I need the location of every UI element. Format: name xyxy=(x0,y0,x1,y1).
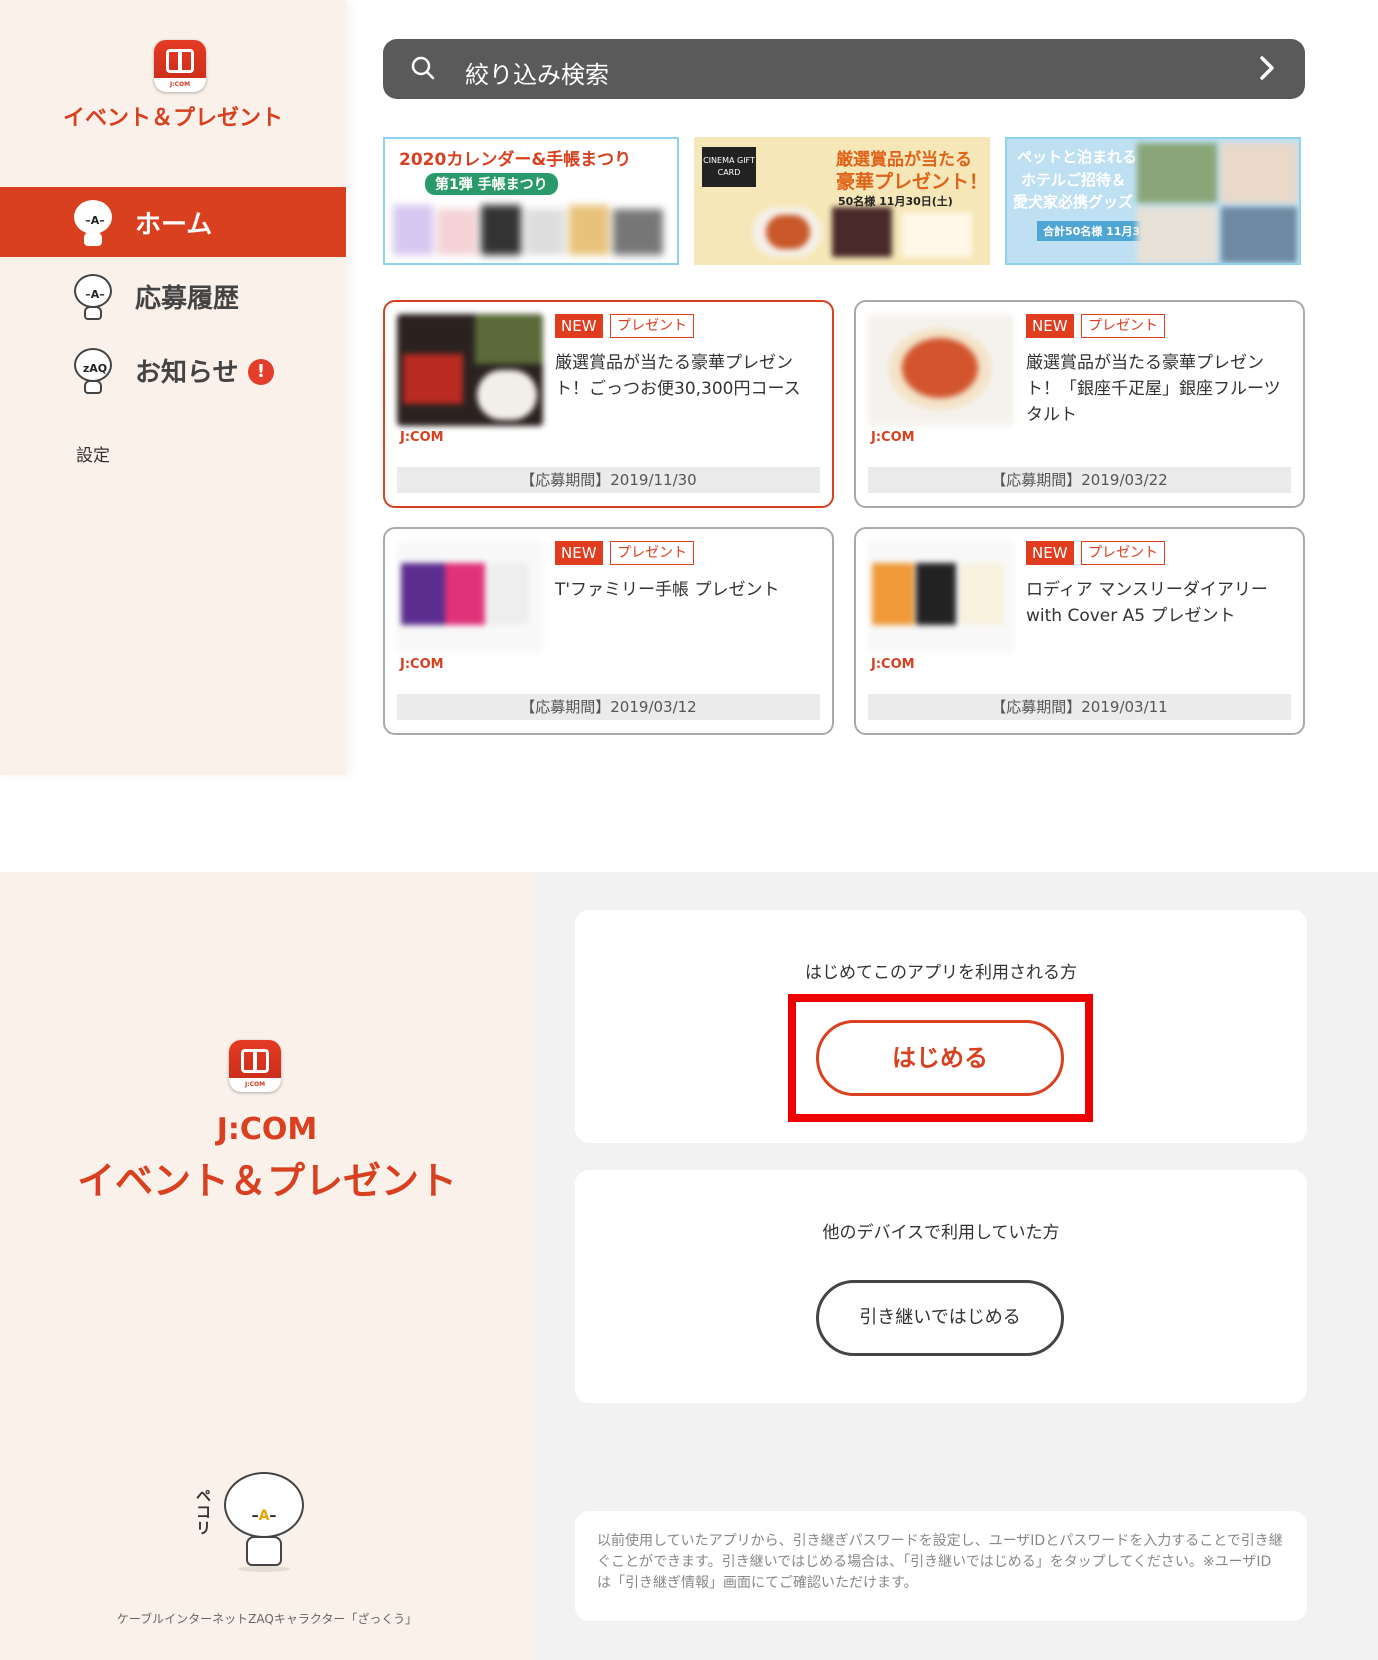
brand-label: J:COM xyxy=(871,430,915,445)
banner-calendar-festival[interactable]: 2020カレンダー&手帳まつり 第1弾 手帳まつり xyxy=(383,137,679,265)
onboarding-screen: J:COM J:COM イベント＆プレゼント ペコリ –A– ケーブルインターネ… xyxy=(0,872,1378,1660)
sidebar-item-history[interactable]: –A– 応募履歴 xyxy=(0,261,346,331)
new-badge: NEW xyxy=(555,314,603,338)
banner-image xyxy=(1137,143,1297,263)
banner-image xyxy=(393,205,669,255)
banner-subheading: ホテルご招待＆ xyxy=(1021,171,1127,189)
new-badge: NEW xyxy=(1026,541,1074,565)
card-thumbnail xyxy=(397,314,543,426)
search-label: 絞り込み検索 xyxy=(465,61,609,89)
banner-tag: CINEMA GIFT CARD xyxy=(702,147,756,187)
banner-subheading: 第1弾 手帳まつり xyxy=(425,173,558,195)
card-thumbnail xyxy=(868,314,1014,426)
start-button[interactable]: はじめる xyxy=(816,1020,1064,1096)
banner-subheading: 愛犬家必携グッズ xyxy=(1013,193,1134,211)
new-badge: NEW xyxy=(1026,314,1074,338)
card-title: ロディア マンスリーダイアリー with Cover A5 プレゼント xyxy=(1026,580,1268,626)
sidebar-item-news[interactable]: zAQ お知らせ ! xyxy=(0,335,346,405)
new-badge: NEW xyxy=(555,541,603,565)
present-tag: プレゼント xyxy=(610,314,694,338)
entry-period: 【応募期間】2019/03/11 xyxy=(868,694,1291,720)
app-logo-icon: J:COM xyxy=(154,40,206,92)
character-a-icon: –A– xyxy=(72,198,114,246)
filter-search-bar[interactable]: 絞り込み検索 xyxy=(383,39,1305,99)
card-title: T'ファミリー手帳 プレゼント xyxy=(555,580,780,600)
present-tag: プレゼント xyxy=(610,541,694,565)
search-icon xyxy=(411,56,435,80)
alert-badge: ! xyxy=(248,359,274,385)
app-logo-icon: J:COM xyxy=(229,1040,281,1092)
brand-label: J:COM xyxy=(400,430,444,445)
entry-period: 【応募期間】2019/03/12 xyxy=(397,694,820,720)
character-caption: ケーブルインターネットZAQキャラクター「ざっくう」 xyxy=(116,1612,418,1626)
card-thumbnail xyxy=(397,541,543,653)
sidebar-title: イベント＆プレゼント xyxy=(62,106,283,131)
banner-image xyxy=(752,207,982,259)
transfer-start-button[interactable]: 引き継いではじめる xyxy=(816,1280,1064,1356)
card-thumbnail xyxy=(868,541,1014,653)
sidebar: J:COM イベント＆プレゼント –A– ホーム –A– 応募履歴 zAQ お知… xyxy=(0,0,346,775)
banner-heading: 2020カレンダー&手帳まつり xyxy=(399,150,632,170)
sidebar-item-label: ホーム xyxy=(135,209,213,240)
present-card[interactable]: NEW プレゼント 厳選賞品が当たる豪華プレゼント！ごっつお便30,300円コー… xyxy=(383,300,834,508)
sidebar-item-home[interactable]: –A– ホーム xyxy=(0,187,346,257)
brand-jcom: J:COM xyxy=(216,1112,318,1147)
brand-label: J:COM xyxy=(400,657,444,672)
banner-subheading: 豪華プレゼント！ xyxy=(836,171,989,193)
character-side-text: ペコリ xyxy=(196,1487,212,1537)
brand-panel: J:COM J:COM イベント＆プレゼント ペコリ –A– ケーブルインターネ… xyxy=(0,872,534,1660)
present-card[interactable]: NEW プレゼント T'ファミリー手帳 プレゼント J:COM 【応募期間】20… xyxy=(383,527,834,735)
sidebar-item-label: 応募履歴 xyxy=(135,283,240,314)
card-title: 厳選賞品が当たる豪華プレゼント！ごっつお便30,300円コース xyxy=(555,353,801,399)
banner-premium-gift[interactable]: CINEMA GIFT CARD 厳選賞品が当たる 豪華プレゼント！ 50名様 … xyxy=(694,137,990,265)
sidebar-item-label: お知らせ xyxy=(135,357,239,388)
chevron-right-icon xyxy=(1260,56,1274,80)
banner-pet-hotel[interactable]: ペットと泊まれる ホテルご招待＆ 愛犬家必携グッズ 合計50名様 11月30日 xyxy=(1005,137,1301,265)
first-time-panel: はじめてこのアプリを利用される方 はじめる xyxy=(575,910,1307,1143)
present-tag: プレゼント xyxy=(1081,541,1165,565)
character-bowing-illustration: ペコリ –A– xyxy=(196,1472,316,1572)
present-card[interactable]: NEW プレゼント ロディア マンスリーダイアリー with Cover A5 … xyxy=(854,527,1305,735)
card-title: 厳選賞品が当たる豪華プレゼント！「銀座千疋屋」銀座フルーツタルト xyxy=(1026,353,1281,425)
entry-period: 【応募期間】2019/03/22 xyxy=(868,467,1291,493)
first-time-text: はじめてこのアプリを利用される方 xyxy=(805,963,1077,983)
character-a-icon: –A– xyxy=(72,272,114,320)
transfer-note: 以前使用していたアプリから、引き継ぎパスワードを設定し、ユーザIDとパスワードを… xyxy=(575,1511,1307,1621)
character-zaq-icon: zAQ xyxy=(72,346,114,394)
present-tag: プレゼント xyxy=(1081,314,1165,338)
brand-label: J:COM xyxy=(871,657,915,672)
home-screen: J:COM イベント＆プレゼント –A– ホーム –A– 応募履歴 zAQ お知… xyxy=(0,0,1378,775)
settings-link[interactable]: 設定 xyxy=(76,441,110,466)
present-card[interactable]: NEW プレゼント 厳選賞品が当たる豪華プレゼント！「銀座千疋屋」銀座フルーツタ… xyxy=(854,300,1305,508)
entry-period: 【応募期間】2019/11/30 xyxy=(397,467,820,493)
banner-heading: ペットと泊まれる xyxy=(1017,148,1138,166)
transfer-text: 他のデバイスで利用していた方 xyxy=(822,1223,1060,1243)
brand-title: イベント＆プレゼント xyxy=(76,1159,457,1203)
transfer-panel: 他のデバイスで利用していた方 引き継いではじめる xyxy=(575,1170,1307,1403)
